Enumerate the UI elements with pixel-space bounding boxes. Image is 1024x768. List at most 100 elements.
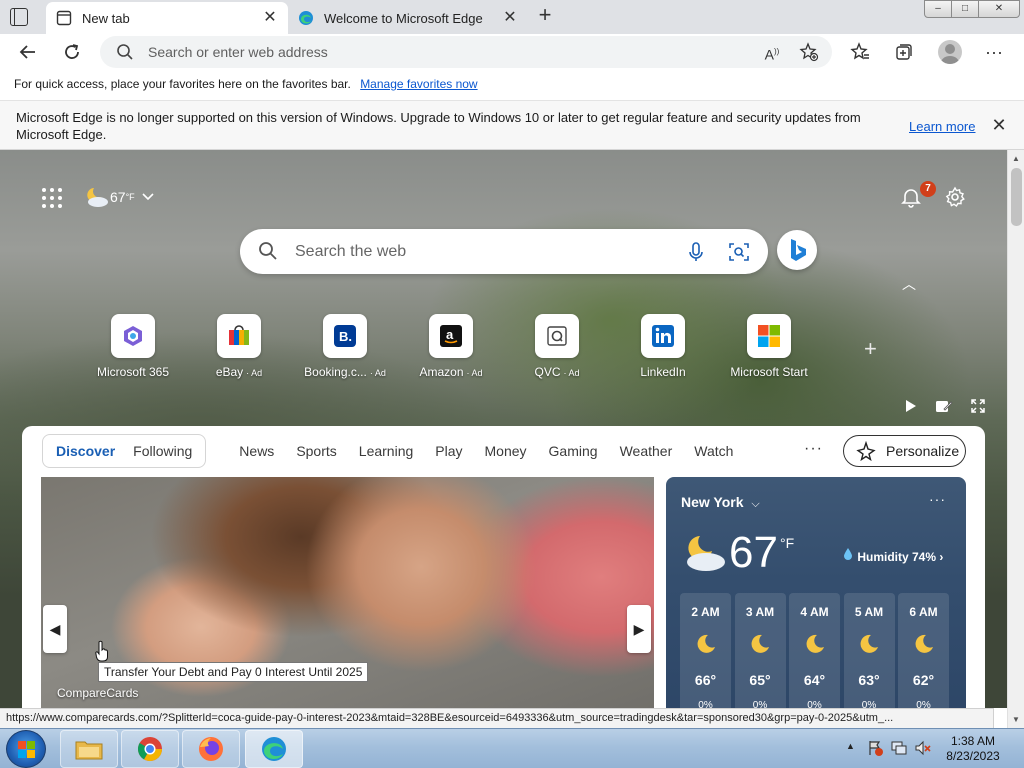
quick-link-microsoft-start[interactable]: Microsoft Start — [716, 314, 822, 379]
network-icon[interactable] — [890, 739, 908, 757]
folder-icon — [75, 741, 103, 760]
feed-tab-bar: Discover Following News Sports Learning … — [42, 434, 744, 468]
quick-links: Microsoft 365 eBay · Ad B. Booking.c... · … — [80, 314, 840, 384]
carousel-prev-button[interactable]: ◀ — [43, 605, 67, 653]
add-favorite-icon[interactable] — [797, 40, 821, 64]
refresh-icon[interactable] — [60, 40, 84, 64]
quick-link-label: eBay — [215, 365, 244, 379]
manage-favorites-link[interactable]: Manage favorites now — [360, 77, 477, 91]
favorites-icon[interactable] — [848, 40, 872, 64]
minimize-button[interactable]: – — [924, 0, 952, 18]
quick-link-linkedin[interactable]: LinkedIn — [610, 314, 716, 379]
expand-icon[interactable] — [970, 398, 986, 414]
tab-play[interactable]: Play — [424, 443, 473, 459]
new-tab-button[interactable]: + — [534, 4, 556, 27]
maximize-button[interactable]: □ — [951, 0, 979, 18]
edit-background-icon[interactable] — [935, 398, 953, 414]
personalize-label: Personalize — [886, 443, 960, 459]
tab-watch[interactable]: Watch — [683, 443, 744, 459]
ad-label: · Ad — [466, 368, 483, 378]
add-quick-link-icon[interactable]: + — [864, 338, 877, 360]
tab-money[interactable]: Money — [474, 443, 538, 459]
collections-icon[interactable] — [892, 40, 916, 64]
profile-avatar[interactable] — [938, 40, 962, 64]
tab-title: Welcome to Microsoft Edge — [324, 10, 483, 26]
page-scrollbar[interactable]: ▲ ▼ — [1007, 150, 1024, 728]
taskbar-chrome[interactable] — [121, 730, 179, 768]
favorites-bar: For quick access, place your favorites h… — [0, 70, 1024, 101]
play-icon[interactable] — [902, 398, 918, 414]
web-search-input[interactable] — [295, 241, 675, 263]
taskbar-clock[interactable]: 1:38 AM 8/23/2023 — [930, 734, 1016, 764]
background-controls — [902, 398, 992, 416]
ad-label: · Ad — [369, 368, 386, 378]
water-drop-icon — [844, 548, 852, 560]
tab-new-tab[interactable]: New tab ✕ — [46, 2, 288, 34]
web-search-box[interactable] — [240, 229, 768, 274]
quick-link-label: LinkedIn — [640, 365, 686, 379]
weather-widget-mini[interactable]: 67 °F — [84, 186, 155, 208]
app-launcher-icon[interactable] — [42, 188, 62, 208]
close-notice-icon[interactable]: ✕ — [990, 116, 1008, 134]
weather-city[interactable]: New York ⌵ — [681, 494, 760, 511]
scroll-down-icon[interactable]: ▼ — [1012, 715, 1020, 724]
tab-learning[interactable]: Learning — [348, 443, 425, 459]
tab-sports[interactable]: Sports — [285, 443, 347, 459]
personalize-button[interactable]: Personalize — [843, 435, 966, 467]
scroll-up-icon[interactable]: ▲ — [1012, 154, 1020, 163]
ad-label: · Ad — [563, 368, 580, 378]
feed-pill-group: Discover Following — [42, 434, 207, 468]
weather-mini-unit: °F — [125, 192, 135, 202]
qvc-icon — [547, 326, 567, 346]
address-bar[interactable]: A)) — [100, 36, 832, 68]
quick-link-label: Microsoft Start — [730, 365, 808, 379]
quick-link-microsoft-365[interactable]: Microsoft 365 — [80, 314, 186, 379]
back-icon[interactable] — [16, 40, 40, 64]
ebay-bag-icon — [229, 325, 249, 345]
tab-welcome-edge[interactable]: Welcome to Microsoft Edge ✕ — [288, 2, 528, 34]
microphone-icon[interactable] — [686, 241, 706, 263]
tab-news[interactable]: News — [228, 443, 285, 459]
chevron-up-icon[interactable]: ︿ — [902, 274, 916, 294]
action-center-flag-icon[interactable] — [866, 739, 884, 757]
settings-more-icon[interactable]: ··· — [982, 40, 1006, 64]
address-input[interactable] — [148, 42, 748, 62]
weather-mini-temp: 67 — [110, 189, 126, 205]
system-tray: ▲ — [844, 739, 944, 759]
scrollbar-thumb[interactable] — [1011, 168, 1022, 226]
close-window-button[interactable]: ✕ — [978, 0, 1020, 18]
visual-search-icon[interactable] — [728, 241, 750, 263]
bing-chat-button[interactable] — [777, 230, 817, 270]
windows-taskbar: ▲ 1:38 AM 8/23/2023 — [0, 728, 1024, 768]
close-tab-icon[interactable]: ✕ — [502, 10, 518, 26]
hourly-item: 5 AM 63° 0% — [843, 593, 895, 708]
read-aloud-icon[interactable]: A)) — [760, 40, 784, 64]
weather-more-icon[interactable]: ··· — [929, 491, 946, 507]
tab-weather[interactable]: Weather — [609, 443, 684, 459]
taskbar-file-explorer[interactable] — [60, 730, 118, 768]
microsoft-365-icon — [124, 326, 142, 346]
quick-link-ebay[interactable]: eBay · Ad — [186, 314, 292, 379]
quick-link-amazon[interactable]: a Amazon · Ad — [398, 314, 504, 379]
humidity-link[interactable]: Humidity 74% › — [842, 547, 943, 564]
taskbar-edge[interactable] — [245, 730, 303, 768]
notification-bell-icon[interactable] — [900, 186, 922, 208]
show-hidden-icons[interactable]: ▲ — [846, 741, 855, 751]
tab-actions-icon[interactable] — [10, 8, 28, 26]
taskbar-firefox[interactable] — [182, 730, 240, 768]
weather-card[interactable]: New York ⌵ ··· 67 °F Humidity 74% › 2 AM… — [666, 477, 966, 708]
tab-discover[interactable]: Discover — [47, 443, 124, 459]
quick-link-booking[interactable]: B. Booking.c... · Ad — [292, 314, 398, 379]
new-tab-page: 67 °F 7 ︿ Microsoft 365 eBay· Ad B. Book… — [0, 150, 1007, 708]
more-tabs-icon[interactable]: ··· — [804, 440, 823, 458]
learn-more-link[interactable]: Learn more — [909, 119, 975, 134]
tab-following[interactable]: Following — [124, 443, 201, 459]
close-tab-icon[interactable]: ✕ — [262, 10, 278, 26]
gear-icon[interactable] — [944, 186, 966, 208]
tab-gaming[interactable]: Gaming — [538, 443, 609, 459]
carousel-next-button[interactable]: ▶ — [627, 605, 651, 653]
hourly-item: 2 AM 66° 0% — [680, 593, 731, 708]
partly-cloudy-night-icon — [687, 536, 725, 571]
quick-link-qvc[interactable]: QVC · Ad — [504, 314, 610, 379]
start-button[interactable] — [6, 730, 46, 768]
